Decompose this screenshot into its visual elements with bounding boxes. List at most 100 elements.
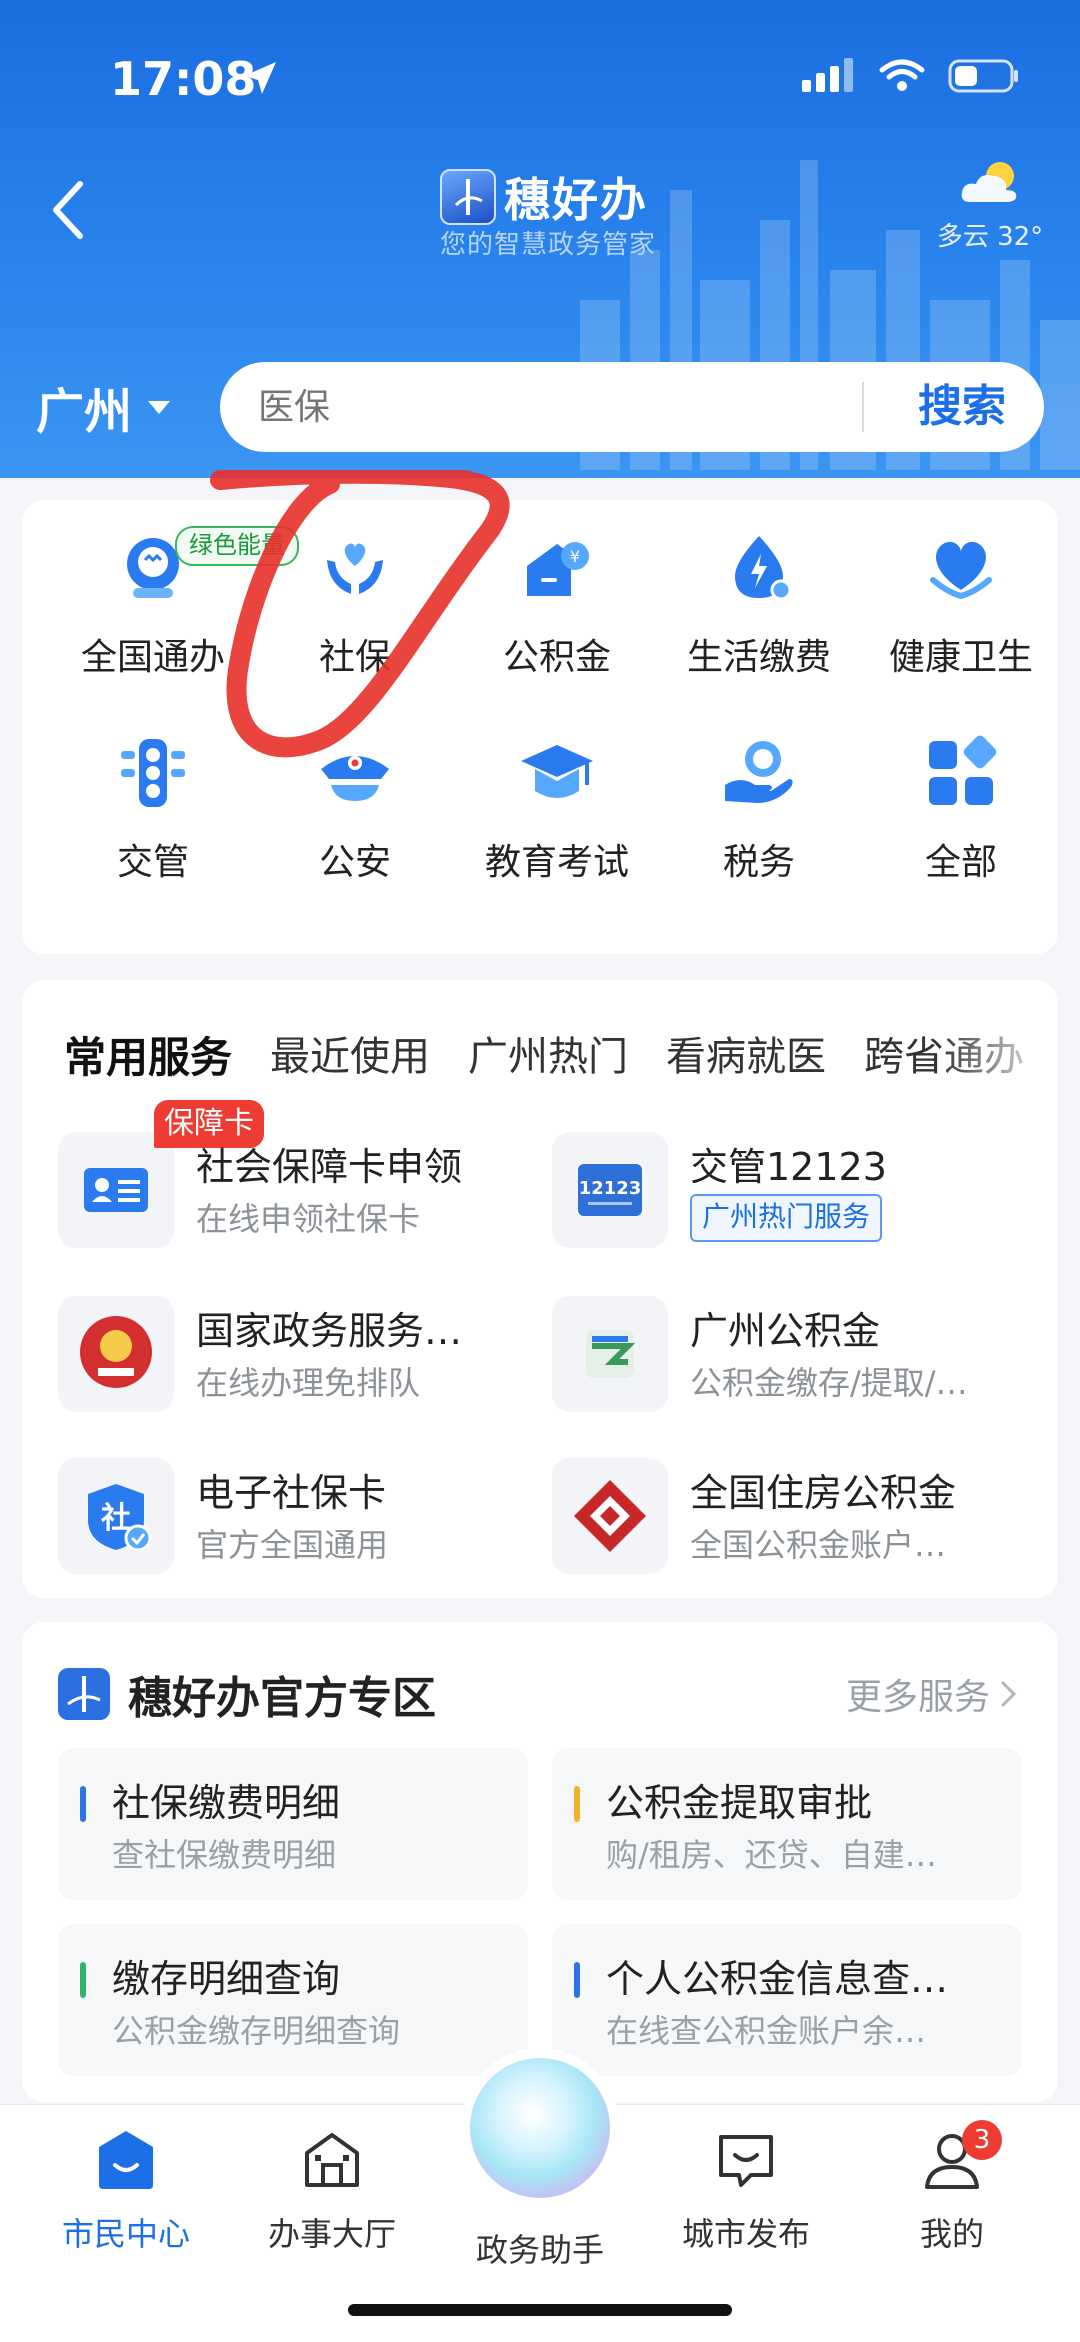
service-title: 社会保障卡申领 xyxy=(196,1145,463,1189)
service-subtitle: 全国公积金账户… xyxy=(690,1526,947,1564)
svg-text:¥: ¥ xyxy=(570,547,580,566)
app-logo-icon xyxy=(440,169,496,225)
chevron-down-icon xyxy=(148,401,171,414)
grid-item-social-security[interactable]: 社保 xyxy=(255,500,455,680)
service-e-social-card[interactable]: 社 电子社保卡 官方全国通用 xyxy=(22,1458,502,1578)
notification-badge: 3 xyxy=(962,2120,1002,2160)
national-fund-icon xyxy=(574,1480,646,1552)
tab-guangzhou-hot[interactable]: 广州热门 xyxy=(468,1024,628,1085)
accent-bar xyxy=(574,1962,580,1998)
official-item-title: 缴存明细查询 xyxy=(112,1957,341,2001)
official-item-subtitle: 查社保缴费明细 xyxy=(112,1836,337,1874)
national-emblem-icon xyxy=(80,1316,152,1388)
status-time: 17:08 xyxy=(110,52,257,106)
service-title: 广州公积金 xyxy=(690,1309,881,1353)
official-zone-title: 穗好办官方专区 xyxy=(128,1673,436,1724)
tab-medical[interactable]: 看病就医 xyxy=(666,1024,826,1085)
city-label: 广州 xyxy=(36,384,133,440)
service-subtitle: 官方全国通用 xyxy=(196,1526,389,1564)
service-social-card-apply[interactable]: 保障卡 社会保障卡申领 在线申领社保卡 xyxy=(22,1100,502,1252)
battery-icon xyxy=(948,59,1018,93)
message-icon xyxy=(719,2135,773,2187)
official-item-title: 个人公积金信息查… xyxy=(606,1957,949,2001)
service-title: 电子社保卡 xyxy=(196,1471,387,1515)
wifi-icon xyxy=(879,59,925,91)
service-gz-fund[interactable]: 广州公积金 公积金缴存/提取/… xyxy=(516,1296,996,1416)
official-item-fund-withdraw[interactable]: 公积金提取审批 购/租房、还贷、自建… xyxy=(552,1748,1022,1900)
service-traffic-12123[interactable]: 12123 交管12123 广州热门服务 xyxy=(516,1132,996,1252)
svc-icon-bg xyxy=(58,1296,174,1412)
city-selector[interactable]: 广州 xyxy=(36,372,172,442)
tab-recent[interactable]: 最近使用 xyxy=(270,1024,430,1085)
official-zone-header: 穗好办官方专区 xyxy=(56,1662,436,1726)
utility-payment-icon xyxy=(735,536,792,601)
grid-label: 公积金 xyxy=(502,637,611,678)
svc-icon-bg xyxy=(58,1132,174,1248)
search-input[interactable] xyxy=(256,362,820,454)
app-logo: 穗好办 xyxy=(440,164,648,230)
service-national-fund[interactable]: 全国住房公积金 全国公积金账户… xyxy=(516,1458,996,1578)
grid-item-housing-fund[interactable]: ¥ 公积金 xyxy=(457,500,657,680)
grid-item-national-service[interactable]: 全国通办 绿色能量 xyxy=(53,500,299,680)
back-button[interactable] xyxy=(40,170,100,250)
cloudy-icon xyxy=(961,162,1017,202)
id-card-icon xyxy=(84,1168,148,1212)
grid-item-traffic[interactable]: 交管 xyxy=(53,705,253,885)
traffic-icon xyxy=(121,739,185,807)
app-title: 穗好办 xyxy=(504,173,648,227)
e-social-card-icon-text: 社 xyxy=(101,1501,131,1536)
accent-bar xyxy=(80,1962,86,1998)
official-zone-card: 穗好办官方专区 更多服务 社保缴费明细 查社保缴费明细 公积金提取审批 购/租房… xyxy=(22,1622,1058,2102)
official-item-subtitle: 公积金缴存明细查询 xyxy=(112,2012,401,2050)
health-icon xyxy=(930,541,992,600)
weather-widget[interactable]: 多云 32° xyxy=(930,158,1050,253)
official-item-subtitle: 在线查公积金账户余… xyxy=(606,2012,927,2050)
service-subtitle: 在线申领社保卡 xyxy=(196,1200,421,1238)
service-title: 国家政务服务… xyxy=(196,1309,463,1353)
assistant-orb-icon[interactable] xyxy=(470,2058,610,2198)
tab-label: 城市发布 xyxy=(681,2215,810,2253)
tab-gov-assistant[interactable]: 政务助手 xyxy=(440,2225,640,2271)
police-icon xyxy=(321,756,389,801)
svc-icon-bg: 社 xyxy=(58,1458,174,1574)
grid-label: 全国通办 xyxy=(80,637,225,678)
service-tabs: 常用服务 最近使用 广州热门 看病就医 跨省通办 xyxy=(64,1024,1024,1085)
tab-label: 办事大厅 xyxy=(267,2215,396,2253)
grid-item-education[interactable]: 教育考试 xyxy=(457,705,657,885)
official-item-social-payment[interactable]: 社保缴费明细 查社保缴费明细 xyxy=(58,1748,528,1900)
all-apps-icon xyxy=(929,735,997,805)
official-item-deposit-detail[interactable]: 缴存明细查询 公积金缴存明细查询 xyxy=(58,1924,528,2076)
tab-service-hall[interactable]: 办事大厅 xyxy=(232,2125,432,2255)
service-subtitle: 公积金缴存/提取/… xyxy=(690,1364,968,1402)
traffic-12123-icon: 12123 xyxy=(578,1164,642,1216)
tab-label: 政务助手 xyxy=(475,2231,604,2269)
tab-mine[interactable]: 我的 xyxy=(852,2125,1052,2255)
grid-item-health[interactable]: 健康卫生 xyxy=(861,500,1061,680)
official-item-fund-info[interactable]: 个人公积金信息查… 在线查公积金账户余… xyxy=(552,1924,1022,2076)
more-services-link[interactable]: 更多服务 xyxy=(846,1668,1020,1720)
common-services-card: 常用服务 最近使用 广州热门 看病就医 跨省通办 保障卡 社会保障卡申领 在线申… xyxy=(22,980,1058,1598)
tax-icon xyxy=(725,741,793,803)
svc-icon-bg xyxy=(552,1296,668,1412)
accent-bar xyxy=(80,1786,86,1822)
grid-label: 公安 xyxy=(318,842,391,883)
service-subtitle: 在线办理免排队 xyxy=(196,1364,421,1402)
grid-item-utility-payment[interactable]: 生活缴费 xyxy=(659,500,859,680)
search-button[interactable]: 搜索 xyxy=(880,362,1044,452)
service-national-gov[interactable]: 国家政务服务… 在线办理免排队 xyxy=(22,1296,502,1416)
tab-common[interactable]: 常用服务 xyxy=(64,1024,232,1085)
tab-city-release[interactable]: 城市发布 xyxy=(646,2125,846,2255)
tab-citizen-center[interactable]: 市民中心 xyxy=(26,2125,226,2255)
location-arrow-icon xyxy=(244,62,276,94)
app-subtitle: 您的智慧政务管家 xyxy=(440,230,657,260)
grid-item-police[interactable]: 公安 xyxy=(255,705,455,885)
svc-icon-bg: 12123 xyxy=(552,1132,668,1248)
search-bar: 搜索 xyxy=(220,362,1044,454)
accent-bar xyxy=(574,1786,580,1822)
search-divider xyxy=(862,382,864,432)
chevron-right-icon xyxy=(1000,1680,1017,1708)
app-logo-small-icon xyxy=(58,1668,110,1720)
tab-label: 我的 xyxy=(919,2215,984,2253)
grid-item-all[interactable]: 全部 xyxy=(861,705,1061,885)
grid-item-tax[interactable]: 税务 xyxy=(659,705,859,885)
